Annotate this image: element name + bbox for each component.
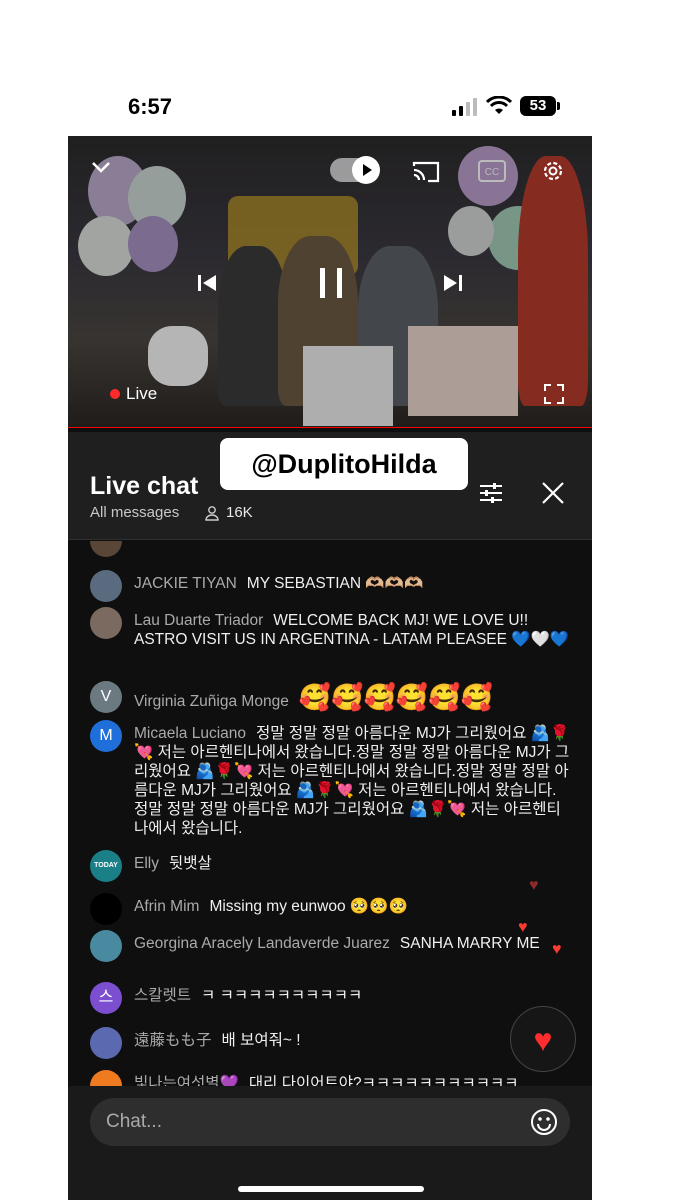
heart-icon: ♥ [533,1022,553,1058]
avatar [90,893,122,925]
emoji-icon[interactable] [530,1108,558,1136]
message-text: 🥰🥰🥰🥰🥰🥰 [298,682,494,712]
message-text: ㅋ ㅋㅋㅋㅋㅋㅋㅋㅋㅋㅋ [201,987,363,1004]
chat-message[interactable]: 빛나는여섯별💜 대리 다이어트야?ㅋㅋㅋㅋㅋㅋㅋㅋㅋㅋㅋ [90,1070,570,1086]
wifi-icon [486,96,512,114]
play-icon [352,156,380,184]
chat-message[interactable]: 스 스칼렛트 ㅋ ㅋㅋㅋㅋㅋㅋㅋㅋㅋㅋ [90,982,570,1014]
message-author: 스칼렛트 [134,987,192,1004]
avatar [90,570,122,602]
video-player[interactable]: CC Live [68,136,592,428]
chat-input-field[interactable]: Chat... [90,1098,570,1146]
chat-message[interactable]: Lau Duarte Triador WELCOME BACK MJ! WE LO… [90,607,570,649]
message-author: Georgina Aracely Landaverde Juarez [134,935,390,952]
chat-message[interactable]: JACKIE TIYAN MY SEBASTIAN 🫶🏼🫶🏼🫶🏼 [90,570,570,602]
avatar: 스 [90,982,122,1014]
fullscreen-icon[interactable] [544,384,564,404]
home-indicator[interactable] [238,1186,424,1192]
pause-icon[interactable] [318,266,344,300]
gear-icon[interactable] [540,158,566,184]
message-author: Lau Duarte Triador [134,612,264,629]
live-label: Live [126,384,158,403]
avatar [90,930,122,962]
cast-icon[interactable] [412,160,440,184]
avatar [90,541,122,557]
avatar: M [90,720,122,752]
avatar [90,1027,122,1059]
message-author: 빛나는여섯별💜 [134,1075,239,1086]
message-text: SANHA MARRY ME [399,935,540,952]
message-text: Missing my eunwoo 🥺🥺🥺 [209,898,408,915]
status-bar: 6:57 53 [0,0,675,120]
battery-indicator: 53 [520,96,560,116]
chat-message[interactable]: M Micaela Luciano 정말 정말 정말 아름다운 MJ가 그리웠어요… [90,720,570,838]
chat-message-list[interactable]: JACKIE TIYAN MY SEBASTIAN 🫶🏼🫶🏼🫶🏼 Lau Duar… [68,541,592,1086]
live-progress-bar[interactable] [68,427,592,428]
autoplay-toggle[interactable] [330,156,380,184]
message-author: 遠藤もも子 [134,1032,212,1049]
chat-input-bar: Chat... [68,1086,592,1200]
live-badge[interactable]: Live [110,384,157,404]
chat-message-partial [90,541,570,557]
message-text: 뒷뱃살 [168,855,212,872]
floating-heart-icon: ♥ [552,941,562,958]
message-author: JACKIE TIYAN [134,575,237,592]
status-time: 6:57 [128,94,173,119]
heart-reaction-button[interactable]: ♥ [510,1006,576,1072]
svg-text:CC: CC [485,167,499,178]
person-icon [205,505,219,521]
avatar [90,1070,122,1086]
live-dot-icon [110,389,120,399]
chevron-down-icon[interactable] [90,156,112,178]
message-author: Elly [134,855,159,872]
close-icon[interactable] [540,480,566,506]
next-icon[interactable] [442,272,464,294]
watermark-label: @DuplitoHilda [220,438,468,490]
chat-message[interactable]: Georgina Aracely Landaverde Juarez SANHA … [90,930,570,962]
avatar: TODAY [90,850,122,882]
avatar [90,607,122,639]
message-author: Micaela Luciano [134,725,247,742]
message-author: Afrin Mim [134,898,200,915]
chat-message[interactable]: TODAY Elly 뒷뱃살 [90,850,570,882]
floating-heart-icon: ♥ [529,877,539,894]
chat-title: Live chat [90,472,199,500]
message-text: 대리 다이어트야?ㅋㅋㅋㅋㅋㅋㅋㅋㅋㅋㅋ [248,1075,519,1086]
youtube-live-app: CC Live Live chat All messages 16K @Dupl… [68,136,592,1200]
message-text: 배 보여줘~ ! [221,1032,301,1049]
cc-icon[interactable]: CC [478,160,506,182]
avatar: V [90,681,122,713]
previous-icon[interactable] [196,272,218,294]
chat-message[interactable]: Afrin Mim Missing my eunwoo 🥺🥺🥺 [90,893,570,925]
chat-message[interactable]: 遠藤もも子 배 보여줘~ ! [90,1027,570,1059]
cellular-signal-icon [452,98,477,116]
viewer-count-value: 16K [226,504,253,521]
viewer-count: 16K [204,504,253,521]
floating-heart-icon: ♥ [518,919,528,936]
chat-filter-dropdown[interactable]: All messages [90,504,179,521]
message-text: MY SEBASTIAN 🫶🏼🫶🏼🫶🏼 [246,575,424,592]
filter-sliders-icon[interactable] [478,480,504,506]
chat-input-placeholder: Chat... [106,1111,162,1132]
chat-message[interactable]: V Virginia Zuñiga Monge 🥰🥰🥰🥰🥰🥰 [90,681,570,713]
message-author: Virginia Zuñiga Monge [134,693,289,710]
